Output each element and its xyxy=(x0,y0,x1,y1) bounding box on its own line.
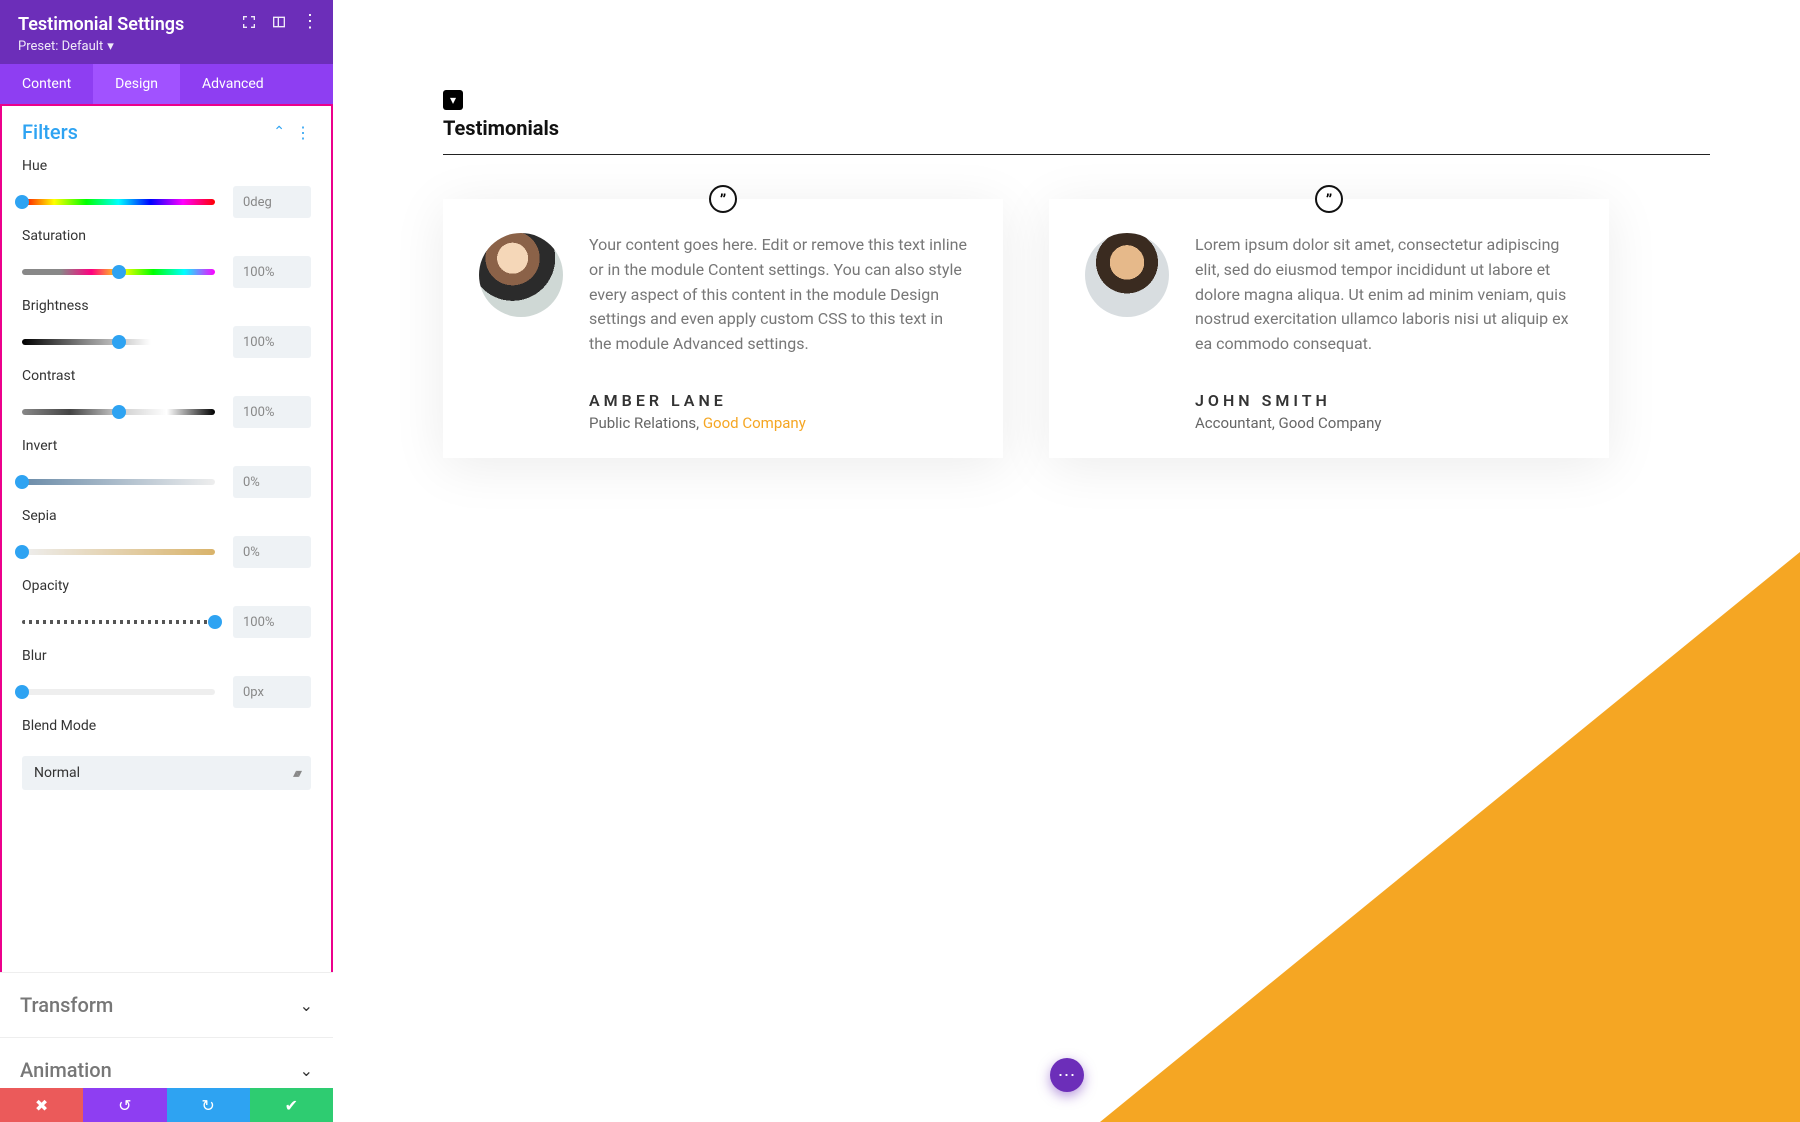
filters-section-title[interactable]: Filters xyxy=(22,120,78,144)
contrast-label: Contrast xyxy=(22,368,311,384)
saturation-label: Saturation xyxy=(22,228,311,244)
sidebar-header: Testimonial Settings Preset: Default ▾ ⋮ xyxy=(0,0,333,64)
opacity-value[interactable]: 100% xyxy=(233,606,311,638)
more-icon[interactable]: ⋮ xyxy=(301,14,319,34)
brightness-slider[interactable] xyxy=(22,339,215,345)
section-menu-icon[interactable]: ⋮ xyxy=(295,123,311,142)
focus-icon[interactable] xyxy=(241,14,257,34)
testimonial-text: Your content goes here. Edit or remove t… xyxy=(589,233,967,357)
design-panel[interactable]: Filters ⌃ ⋮ Hue 0deg Saturation 10 xyxy=(0,104,333,972)
hue-label: Hue xyxy=(22,158,311,174)
testimonial-role: Accountant, Good Company xyxy=(1195,414,1573,432)
transform-section[interactable]: Transform ⌄ xyxy=(0,972,333,1037)
sepia-label: Sepia xyxy=(22,508,311,524)
testimonial-author: JOHN SMITH xyxy=(1195,391,1573,410)
contrast-value[interactable]: 100% xyxy=(233,396,311,428)
select-caret-icon: ▴▾ xyxy=(293,766,299,780)
invert-value[interactable]: 0% xyxy=(233,466,311,498)
cancel-button[interactable]: ✖ xyxy=(0,1088,83,1122)
panel-icon[interactable] xyxy=(271,14,287,34)
undo-button[interactable]: ↺ xyxy=(83,1088,166,1122)
saturation-slider[interactable] xyxy=(22,269,215,275)
blur-slider[interactable] xyxy=(22,689,215,695)
invert-label: Invert xyxy=(22,438,311,454)
company-text: Good Company xyxy=(1279,414,1382,432)
avatar xyxy=(479,233,563,317)
collapsed-sections: Transform ⌄ Animation ⌄ xyxy=(0,972,333,1088)
save-button[interactable]: ✔ xyxy=(250,1088,333,1122)
quote-icon: ” xyxy=(1315,185,1343,213)
tab-advanced[interactable]: Advanced xyxy=(180,64,286,104)
testimonial-card: ” Your content goes here. Edit or remove… xyxy=(443,199,1003,458)
decorative-triangle xyxy=(1100,552,1800,1122)
blend-mode-select[interactable]: Normal ▴▾ xyxy=(22,756,311,790)
opacity-label: Opacity xyxy=(22,578,311,594)
quote-icon: ” xyxy=(709,185,737,213)
caret-down-icon: ▾ xyxy=(107,39,114,54)
section-heading: Testimonials xyxy=(443,116,1710,155)
tab-content[interactable]: Content xyxy=(0,64,93,104)
preset-selector[interactable]: Preset: Default ▾ xyxy=(18,39,315,54)
testimonial-text: Lorem ipsum dolor sit amet, consectetur … xyxy=(1195,233,1573,357)
preview-canvas: ▾ Testimonials ” Your content goes here.… xyxy=(333,0,1800,1122)
chevron-down-icon: ⌄ xyxy=(300,996,313,1015)
sidebar-footer: ✖ ↺ ↻ ✔ xyxy=(0,1088,333,1122)
module-badge-icon[interactable]: ▾ xyxy=(443,90,463,110)
sepia-value[interactable]: 0% xyxy=(233,536,311,568)
animation-section[interactable]: Animation ⌄ xyxy=(0,1037,333,1088)
hue-slider[interactable] xyxy=(22,199,215,205)
settings-tabs: Content Design Advanced xyxy=(0,64,333,104)
tab-design[interactable]: Design xyxy=(93,64,180,104)
chevron-down-icon: ⌄ xyxy=(300,1061,313,1080)
sepia-slider[interactable] xyxy=(22,549,215,555)
blend-mode-label: Blend Mode xyxy=(22,718,311,734)
opacity-slider[interactable] xyxy=(22,620,215,624)
testimonial-author: AMBER LANE xyxy=(589,391,967,410)
blur-label: Blur xyxy=(22,648,311,664)
hue-value[interactable]: 0deg xyxy=(233,186,311,218)
brightness-label: Brightness xyxy=(22,298,311,314)
collapse-icon[interactable]: ⌃ xyxy=(273,124,285,140)
invert-slider[interactable] xyxy=(22,479,215,485)
testimonial-role: Public Relations, Good Company xyxy=(589,414,967,432)
testimonial-card: ” Lorem ipsum dolor sit amet, consectetu… xyxy=(1049,199,1609,458)
redo-button[interactable]: ↻ xyxy=(167,1088,250,1122)
blur-value[interactable]: 0px xyxy=(233,676,311,708)
saturation-value[interactable]: 100% xyxy=(233,256,311,288)
floating-action-button[interactable]: ⋯ xyxy=(1050,1058,1084,1092)
company-link[interactable]: Good Company xyxy=(703,414,806,432)
brightness-value[interactable]: 100% xyxy=(233,326,311,358)
avatar xyxy=(1085,233,1169,317)
contrast-slider[interactable] xyxy=(22,409,215,415)
settings-sidebar: Testimonial Settings Preset: Default ▾ ⋮… xyxy=(0,0,333,1122)
